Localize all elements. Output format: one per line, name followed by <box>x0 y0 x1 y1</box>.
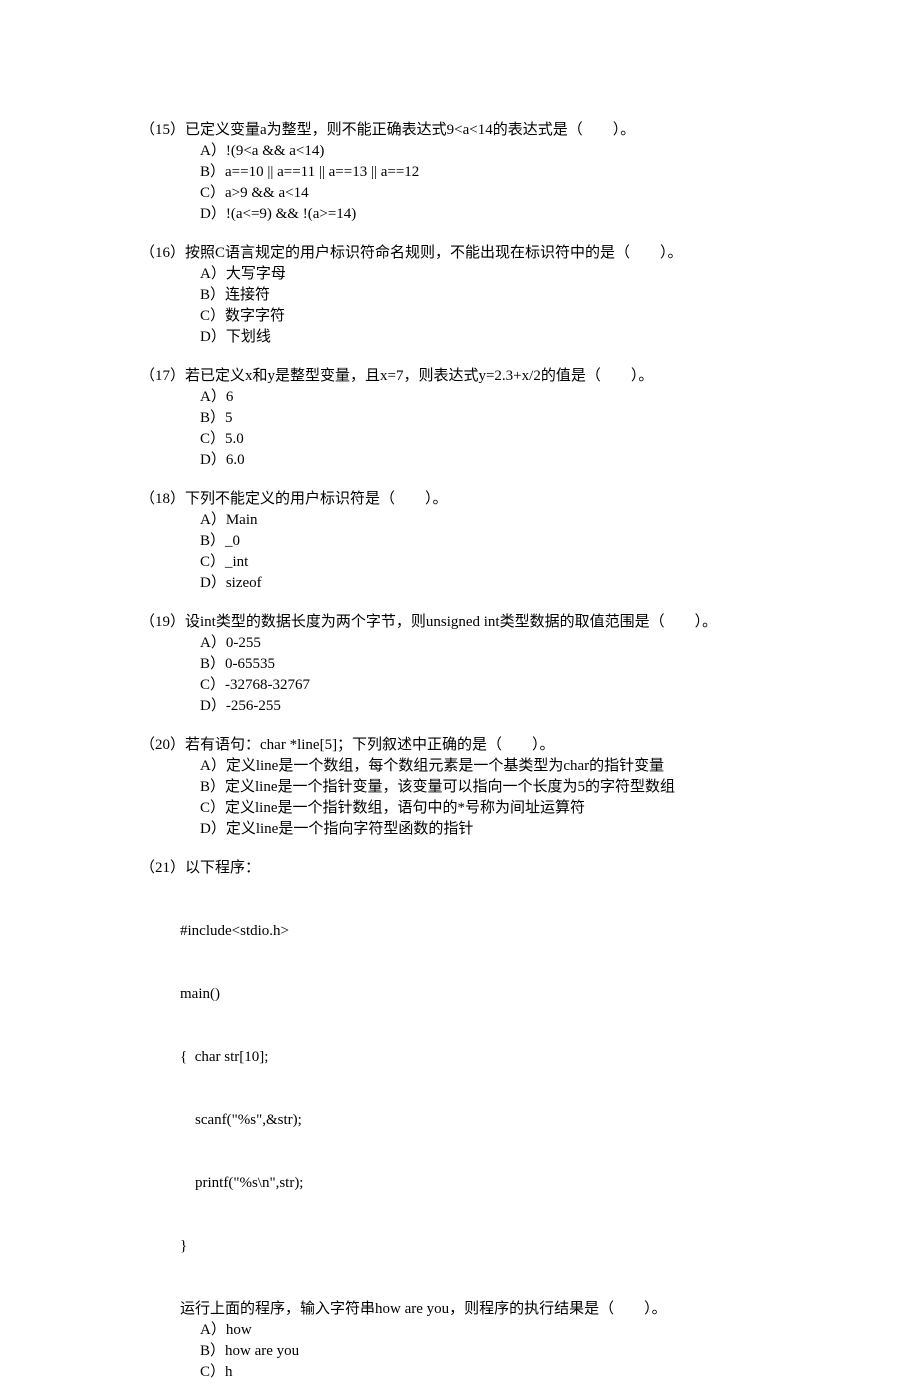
option-b: B）0-65535 <box>200 654 780 675</box>
option-d: D）下划线 <box>200 327 780 348</box>
option-a: A）!(9<a && a<14) <box>200 141 780 162</box>
code-line: scanf("%s",&str); <box>180 1110 780 1131</box>
options: A）定义line是一个数组，每个数组元素是一个基类型为char的指针变量 B）定… <box>140 756 780 840</box>
question-stem: （15） 已定义变量a为整型，则不能正确表达式9<a<14的表达式是（ ）。 <box>140 120 780 141</box>
option-c: C）数字字符 <box>200 306 780 327</box>
question-stem: （20） 若有语句：char *line[5]；下列叙述中正确的是（ ）。 <box>140 735 780 756</box>
option-b: B）5 <box>200 408 780 429</box>
option-b: B）连接符 <box>200 285 780 306</box>
options: A）0-255 B）0-65535 C）-32768-32767 D）-256-… <box>140 633 780 717</box>
options: A）Main B）_0 C）_int D）sizeof <box>140 510 780 594</box>
options: A）how B）how are you C）h <box>140 1320 780 1383</box>
option-c: C）5.0 <box>200 429 780 450</box>
option-c: C）a>9 && a<14 <box>200 183 780 204</box>
question-17: （17） 若已定义x和y是整型变量，且x=7，则表达式y=2.3+x/2的值是（… <box>140 366 780 471</box>
option-d: D）6.0 <box>200 450 780 471</box>
option-d: D）定义line是一个指向字符型函数的指针 <box>200 819 780 840</box>
question-stem: （21） 以下程序： <box>140 858 780 879</box>
option-a: A）0-255 <box>200 633 780 654</box>
code-line: } <box>180 1236 780 1257</box>
question-text: 以下程序： <box>185 858 780 879</box>
option-a: A）大写字母 <box>200 264 780 285</box>
question-20: （20） 若有语句：char *line[5]；下列叙述中正确的是（ ）。 A）… <box>140 735 780 840</box>
option-b: B）a==10 || a==11 || a==13 || a==12 <box>200 162 780 183</box>
question-18: （18） 下列不能定义的用户标识符是（ ）。 A）Main B）_0 C）_in… <box>140 489 780 594</box>
option-a: A）定义line是一个数组，每个数组元素是一个基类型为char的指针变量 <box>200 756 780 777</box>
question-number: （18） <box>140 489 185 510</box>
question-16: （16） 按照C语言规定的用户标识符命名规则，不能出现在标识符中的是（ ）。 A… <box>140 243 780 348</box>
option-b: B）定义line是一个指针变量，该变量可以指向一个长度为5的字符型数组 <box>200 777 780 798</box>
question-stem: （19） 设int类型的数据长度为两个字节，则unsigned int类型数据的… <box>140 612 780 633</box>
question-text: 设int类型的数据长度为两个字节，则unsigned int类型数据的取值范围是… <box>185 612 780 633</box>
page: （15） 已定义变量a为整型，则不能正确表达式9<a<14的表达式是（ ）。 A… <box>0 0 920 1383</box>
option-a: A）6 <box>200 387 780 408</box>
question-19: （19） 设int类型的数据长度为两个字节，则unsigned int类型数据的… <box>140 612 780 717</box>
code-line: #include<stdio.h> <box>180 921 780 942</box>
question-number: （20） <box>140 735 185 756</box>
option-a: A）how <box>200 1320 780 1341</box>
option-c: C）定义line是一个指针数组，语句中的*号称为间址运算符 <box>200 798 780 819</box>
question-15: （15） 已定义变量a为整型，则不能正确表达式9<a<14的表达式是（ ）。 A… <box>140 120 780 225</box>
option-b: B）how are you <box>200 1341 780 1362</box>
question-stem: （16） 按照C语言规定的用户标识符命名规则，不能出现在标识符中的是（ ）。 <box>140 243 780 264</box>
option-c: C）-32768-32767 <box>200 675 780 696</box>
option-d: D）!(a<=9) && !(a>=14) <box>200 204 780 225</box>
question-stem: （17） 若已定义x和y是整型变量，且x=7，则表达式y=2.3+x/2的值是（… <box>140 366 780 387</box>
option-b: B）_0 <box>200 531 780 552</box>
question-21: （21） 以下程序： #include<stdio.h> main() { ch… <box>140 858 780 1383</box>
question-stem: （18） 下列不能定义的用户标识符是（ ）。 <box>140 489 780 510</box>
question-text: 若有语句：char *line[5]；下列叙述中正确的是（ ）。 <box>185 735 780 756</box>
options: A）!(9<a && a<14) B）a==10 || a==11 || a==… <box>140 141 780 225</box>
option-d: D）sizeof <box>200 573 780 594</box>
question-text: 按照C语言规定的用户标识符命名规则，不能出现在标识符中的是（ ）。 <box>185 243 780 264</box>
options: A）大写字母 B）连接符 C）数字字符 D）下划线 <box>140 264 780 348</box>
question-text: 下列不能定义的用户标识符是（ ）。 <box>185 489 780 510</box>
option-c: C）h <box>200 1362 780 1383</box>
question-number: （19） <box>140 612 185 633</box>
option-c: C）_int <box>200 552 780 573</box>
code-line: main() <box>180 984 780 1005</box>
question-number: （17） <box>140 366 185 387</box>
question-text: 若已定义x和y是整型变量，且x=7，则表达式y=2.3+x/2的值是（ ）。 <box>185 366 780 387</box>
question-after-code: 运行上面的程序，输入字符串how are you，则程序的执行结果是（ ）。 <box>140 1299 780 1320</box>
code-line: { char str[10]; <box>180 1047 780 1068</box>
question-number: （21） <box>140 858 185 879</box>
question-number: （15） <box>140 120 185 141</box>
option-d: D）-256-255 <box>200 696 780 717</box>
option-a: A）Main <box>200 510 780 531</box>
code-block: #include<stdio.h> main() { char str[10];… <box>140 879 780 1299</box>
question-text: 已定义变量a为整型，则不能正确表达式9<a<14的表达式是（ ）。 <box>185 120 780 141</box>
question-number: （16） <box>140 243 185 264</box>
options: A）6 B）5 C）5.0 D）6.0 <box>140 387 780 471</box>
